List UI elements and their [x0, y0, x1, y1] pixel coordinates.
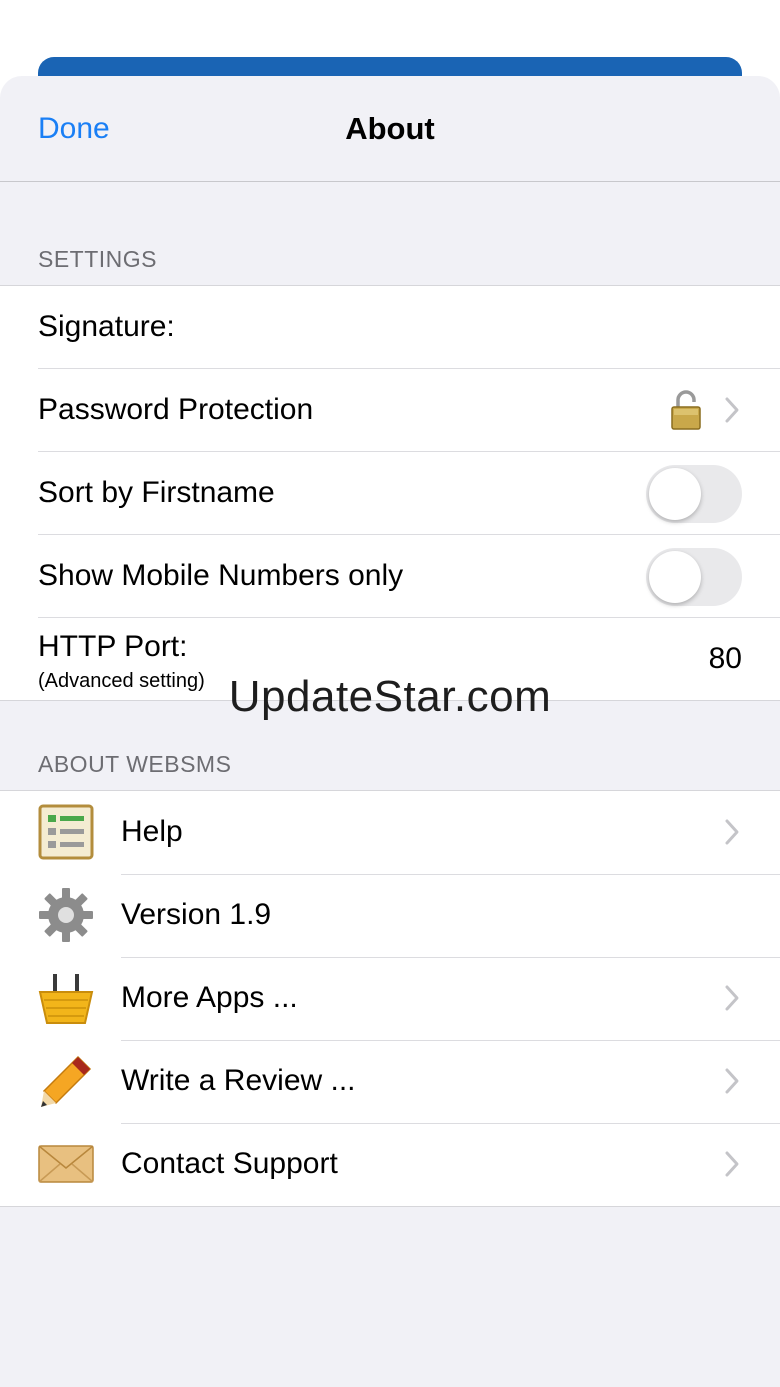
sort-by-firstname-toggle[interactable]	[646, 465, 742, 523]
envelope-icon	[38, 1145, 94, 1183]
page-title: About	[345, 111, 435, 146]
chevron-right-icon	[725, 1151, 739, 1177]
chevron-right-icon	[725, 985, 739, 1011]
show-mobile-numbers-row: Show Mobile Numbers only	[38, 535, 780, 618]
contact-support-label: Contact Support	[121, 1147, 338, 1180]
version-row: Version 1.9	[0, 874, 780, 958]
write-review-row[interactable]: Write a Review ...	[0, 1040, 780, 1124]
signature-label: Signature:	[38, 310, 175, 343]
help-list-icon	[38, 804, 94, 860]
sort-by-firstname-row: Sort by Firstname	[38, 452, 780, 535]
contact-support-row[interactable]: Contact Support	[0, 1123, 780, 1206]
write-review-label: Write a Review ...	[121, 1064, 356, 1097]
show-mobile-numbers-toggle[interactable]	[646, 548, 742, 606]
toggle-knob	[649, 551, 701, 603]
navigation-bar: Done About	[0, 76, 780, 182]
settings-group: Signature: Password Protection Sort by F…	[0, 285, 780, 701]
chevron-right-icon	[725, 819, 739, 845]
password-protection-row[interactable]: Password Protection	[38, 369, 780, 452]
gear-icon	[39, 888, 93, 942]
version-label: Version 1.9	[121, 898, 272, 931]
signature-row[interactable]: Signature:	[38, 286, 780, 369]
help-label: Help	[121, 815, 183, 848]
toggle-knob	[649, 468, 701, 520]
password-protection-label: Password Protection	[38, 393, 314, 426]
watermark-text: UpdateStar.com	[228, 672, 552, 721]
about-section-header: ABOUT WEBSMS	[38, 751, 232, 777]
chevron-right-icon	[725, 397, 739, 423]
settings-section-header: SETTINGS	[38, 246, 158, 272]
padlock-icon	[671, 390, 701, 430]
pencil-icon	[41, 1055, 92, 1107]
chevron-right-icon	[725, 1068, 739, 1094]
about-group: Help Version 1.9 More Apps ... Write a R…	[0, 790, 780, 1207]
show-mobile-numbers-label: Show Mobile Numbers only	[38, 559, 404, 592]
help-row[interactable]: Help	[0, 791, 780, 875]
more-apps-label: More Apps ...	[121, 981, 298, 1014]
http-port-label: HTTP Port:	[38, 630, 188, 663]
more-apps-row[interactable]: More Apps ...	[0, 957, 780, 1041]
basket-icon	[38, 974, 94, 1024]
http-port-value[interactable]: 80	[709, 642, 742, 676]
sort-by-firstname-label: Sort by Firstname	[38, 476, 275, 509]
